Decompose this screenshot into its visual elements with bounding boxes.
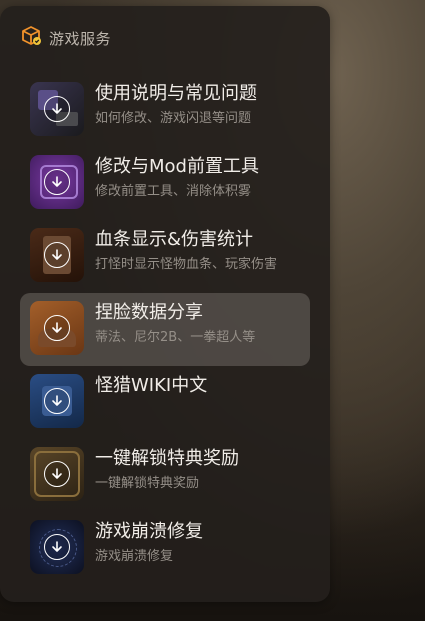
service-thumbnail bbox=[30, 301, 84, 355]
service-item-usage-faq[interactable]: 使用说明与常见问题 如何修改、游戏闪退等问题 bbox=[20, 74, 310, 147]
download-icon[interactable] bbox=[44, 315, 70, 341]
service-title: 怪猎WIKI中文 bbox=[95, 375, 208, 396]
service-title: 血条显示&伤害统计 bbox=[95, 229, 254, 250]
service-item-wiki[interactable]: 怪猎WIKI中文 bbox=[20, 366, 310, 439]
service-thumbnail bbox=[30, 228, 84, 282]
service-title: 修改与Mod前置工具 bbox=[95, 156, 259, 177]
service-thumbnail bbox=[30, 447, 84, 501]
service-title: 游戏崩溃修复 bbox=[95, 521, 203, 542]
service-thumbnail bbox=[30, 155, 84, 209]
service-item-unlock-rewards[interactable]: 一键解锁特典奖励 一键解锁特典奖励 bbox=[20, 439, 310, 512]
service-subtitle: 游戏崩溃修复 bbox=[95, 549, 174, 564]
download-icon[interactable] bbox=[44, 242, 70, 268]
panel-title: 游戏服务 bbox=[49, 29, 112, 48]
game-box-icon bbox=[20, 25, 42, 51]
service-item-crash-fix[interactable]: 游戏崩溃修复 游戏崩溃修复 bbox=[20, 512, 310, 585]
service-thumbnail bbox=[30, 520, 84, 574]
service-subtitle: 修改前置工具、消除体积雾 bbox=[95, 184, 252, 199]
download-icon[interactable] bbox=[44, 96, 70, 122]
panel-header: 游戏服务 bbox=[20, 26, 111, 50]
service-subtitle: 如何修改、游戏闪退等问题 bbox=[95, 111, 252, 126]
service-subtitle: 打怪时显示怪物血条、玩家伤害 bbox=[95, 257, 278, 272]
service-list: 使用说明与常见问题 如何修改、游戏闪退等问题 修改与Mod前置工具 修改前置工具… bbox=[20, 74, 310, 585]
service-subtitle: 蒂法、尼尔2B、一拳超人等 bbox=[95, 330, 256, 345]
download-icon[interactable] bbox=[44, 534, 70, 560]
service-title: 使用说明与常见问题 bbox=[95, 83, 257, 104]
service-item-face-data[interactable]: 捏脸数据分享 蒂法、尼尔2B、一拳超人等 bbox=[20, 293, 310, 366]
service-thumbnail bbox=[30, 374, 84, 428]
download-icon[interactable] bbox=[44, 388, 70, 414]
game-services-panel: 游戏服务 使用说明与常见问题 如何修改、游戏闪退等问题 修改与Mod前置工具 修… bbox=[0, 6, 330, 602]
service-item-mod-tools[interactable]: 修改与Mod前置工具 修改前置工具、消除体积雾 bbox=[20, 147, 310, 220]
service-item-health-bar[interactable]: 血条显示&伤害统计 打怪时显示怪物血条、玩家伤害 bbox=[20, 220, 310, 293]
download-icon[interactable] bbox=[44, 169, 70, 195]
download-icon[interactable] bbox=[44, 461, 70, 487]
service-title: 一键解锁特典奖励 bbox=[95, 448, 239, 469]
service-subtitle: 一键解锁特典奖励 bbox=[95, 476, 200, 491]
service-title: 捏脸数据分享 bbox=[95, 302, 203, 323]
service-thumbnail bbox=[30, 82, 84, 136]
